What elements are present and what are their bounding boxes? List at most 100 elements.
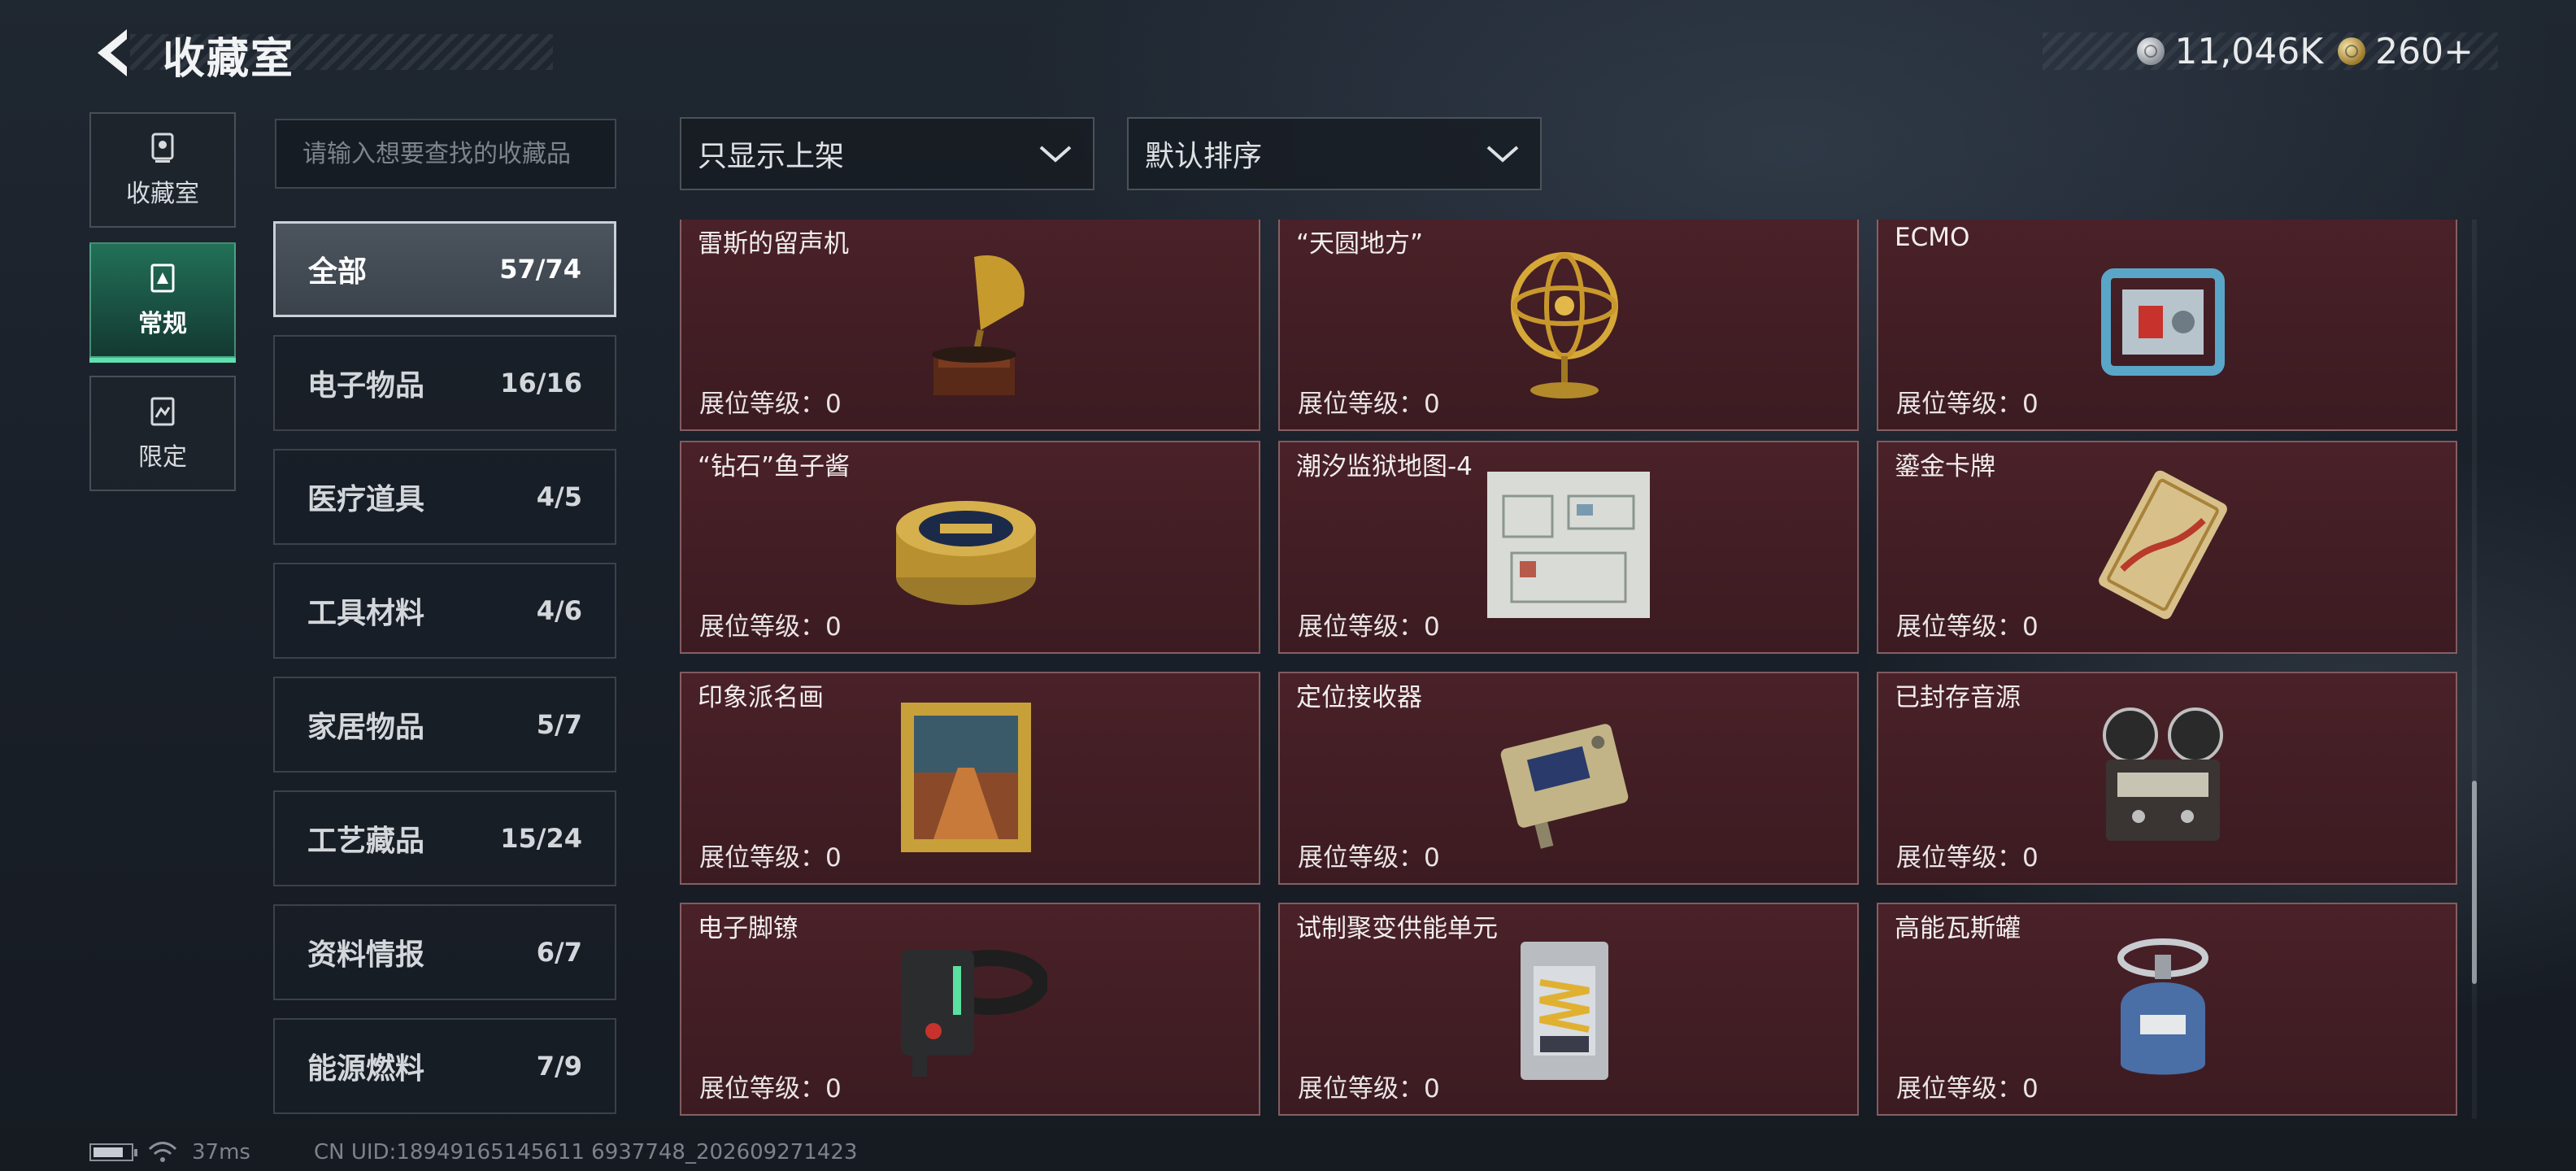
category-name: 家居物品 xyxy=(307,711,425,744)
collectible-level: 展位等级：0 xyxy=(1896,1074,2039,1104)
gas-canister-icon xyxy=(2117,938,2208,1075)
nav-tab-label: 常规 xyxy=(138,310,187,338)
gilded-card-icon xyxy=(2099,470,2227,620)
sort-dropdown[interactable]: 默认排序 xyxy=(1127,117,1542,190)
collectible-card[interactable]: “天圆地方” 展位等级：0 xyxy=(1278,220,1859,431)
category-household[interactable]: 家居物品 5/7 xyxy=(273,677,616,773)
category-name: 医疗道具 xyxy=(307,483,425,516)
silver-coin-icon xyxy=(2137,37,2165,65)
gramophone-icon xyxy=(932,255,1025,395)
category-intel[interactable]: 资料情报 6/7 xyxy=(273,904,616,1000)
collectible-card[interactable]: 电子脚镣 展位等级：0 xyxy=(680,903,1260,1116)
collectible-card[interactable]: 试制聚变供能单元 展位等级：0 xyxy=(1278,903,1859,1116)
category-count: 5/7 xyxy=(536,709,582,740)
collectible-card[interactable]: 鎏金卡牌 展位等级：0 xyxy=(1877,441,2457,654)
category-energy[interactable]: 能源燃料 7/9 xyxy=(273,1018,616,1114)
category-name: 全部 xyxy=(308,255,368,289)
category-count: 57/74 xyxy=(499,254,581,285)
collectible-level: 展位等级：0 xyxy=(1896,843,2039,873)
electronic-shackle-icon xyxy=(901,950,1047,1077)
collectible-name: “天圆地方” xyxy=(1296,229,1424,259)
collectible-level: 展位等级：0 xyxy=(699,612,842,642)
nav-tab-limited[interactable]: 限定 xyxy=(89,376,236,491)
armillary-sphere-icon xyxy=(1511,252,1618,398)
collectible-level: 展位等级：0 xyxy=(699,1074,842,1104)
framed-painting-icon xyxy=(901,703,1031,852)
collectible-grid[interactable]: 雷斯的留声机 展位等级：0 “天圆地方” 展位等级：0 ECMO 展位等级：0 … xyxy=(677,220,2462,1119)
category-name: 工具材料 xyxy=(307,597,425,630)
grid-scrollbar-thumb[interactable] xyxy=(2472,781,2477,984)
nav-tab-collection-room[interactable]: 收藏室 xyxy=(89,112,236,228)
collectible-name: 试制聚变供能单元 xyxy=(1296,914,1498,943)
category-tools[interactable]: 工具材料 4/6 xyxy=(273,563,616,659)
sort-value: 默认排序 xyxy=(1145,140,1263,173)
collectible-name: 印象派名画 xyxy=(698,683,824,712)
ecmo-machine-icon xyxy=(2101,268,2225,376)
user-uid: CN UID:18949165145611 6937748_2026092714… xyxy=(313,1140,858,1164)
display-filter-value: 只显示上架 xyxy=(698,140,845,173)
currency-gold: 260+ xyxy=(2338,31,2474,72)
collectible-card[interactable]: 高能瓦斯罐 展位等级：0 xyxy=(1877,903,2457,1116)
wifi-icon xyxy=(148,1142,177,1162)
search-box[interactable] xyxy=(275,119,616,189)
search-input[interactable] xyxy=(301,138,590,169)
collectible-name: 定位接收器 xyxy=(1296,683,1422,712)
collectible-level: 展位等级：0 xyxy=(1298,390,1440,419)
collectible-card[interactable]: 印象派名画 展位等级：0 xyxy=(680,672,1260,885)
nav-tab-label: 限定 xyxy=(138,443,187,472)
status-footer: 37ms CN UID:18949165145611 6937748_20260… xyxy=(89,1140,857,1164)
caviar-tin-icon xyxy=(896,501,1036,605)
collectible-name: 潮汐监狱地图-4 xyxy=(1296,452,1473,481)
collectible-name: 电子脚镣 xyxy=(698,914,798,943)
reel-recorder-icon xyxy=(2103,707,2223,841)
nav-tab-regular[interactable]: 常规 xyxy=(89,242,236,363)
collectible-card[interactable]: 潮汐监狱地图-4 展位等级：0 xyxy=(1278,441,1859,654)
locator-receiver-icon xyxy=(1500,724,1629,849)
collectible-name: ECMO xyxy=(1895,223,1970,252)
currency-gold-value: 260+ xyxy=(2375,30,2474,72)
gold-coin-icon xyxy=(2338,37,2366,65)
chevron-down-icon xyxy=(1039,146,1072,163)
collectible-card[interactable]: 已封存音源 展位等级：0 xyxy=(1877,672,2457,885)
collectible-level: 展位等级：0 xyxy=(699,390,842,419)
collectible-card[interactable]: 定位接收器 展位等级：0 xyxy=(1278,672,1859,885)
category-count: 4/6 xyxy=(536,595,582,626)
collectible-name: 已封存音源 xyxy=(1895,683,2021,712)
nav-tab-label: 收藏室 xyxy=(126,180,199,208)
display-filter-dropdown[interactable]: 只显示上架 xyxy=(680,117,1094,190)
collectible-card[interactable]: ECMO 展位等级：0 xyxy=(1877,220,2457,431)
collectible-card[interactable]: “钻石”鱼子酱 展位等级：0 xyxy=(680,441,1260,654)
category-electronics[interactable]: 电子物品 16/16 xyxy=(273,335,616,431)
collectible-level: 展位等级：0 xyxy=(1896,612,2039,642)
category-all[interactable]: 全部 57/74 xyxy=(273,221,616,317)
collectible-name: 雷斯的留声机 xyxy=(698,229,849,259)
category-count: 16/16 xyxy=(500,368,582,398)
collectible-level: 展位等级：0 xyxy=(1298,843,1440,873)
category-crafts[interactable]: 工艺藏品 15/24 xyxy=(273,790,616,886)
collectible-name: “钻石”鱼子酱 xyxy=(698,452,851,481)
category-count: 15/24 xyxy=(500,823,582,854)
currency-bar: 11,046K 260+ xyxy=(2043,31,2498,72)
collectible-level: 展位等级：0 xyxy=(699,843,842,873)
back-arrow-icon[interactable] xyxy=(89,24,138,81)
category-count: 7/9 xyxy=(536,1051,582,1082)
category-name: 能源燃料 xyxy=(307,1052,425,1086)
collectible-card[interactable]: 雷斯的留声机 展位等级：0 xyxy=(680,220,1260,431)
grid-scrollbar-track[interactable] xyxy=(2472,220,2477,1119)
limited-card-icon xyxy=(150,397,175,426)
page-title: 收藏室 xyxy=(163,35,295,84)
category-count: 6/7 xyxy=(536,937,582,968)
category-name: 工艺藏品 xyxy=(307,825,425,858)
card-icon xyxy=(150,263,175,293)
battery-icon xyxy=(89,1143,137,1161)
category-medical[interactable]: 医疗道具 4/5 xyxy=(273,449,616,545)
category-count: 4/5 xyxy=(536,481,582,512)
currency-silver: 11,046K xyxy=(2137,31,2323,72)
collectible-level: 展位等级：0 xyxy=(1896,390,2039,419)
ping-value: 37ms xyxy=(192,1140,250,1164)
fusion-cell-icon xyxy=(1521,942,1608,1080)
collectible-level: 展位等级：0 xyxy=(1298,1074,1440,1104)
collectible-level: 展位等级：0 xyxy=(1298,612,1440,642)
chevron-down-icon xyxy=(1486,146,1519,163)
prison-map-icon xyxy=(1487,472,1650,618)
